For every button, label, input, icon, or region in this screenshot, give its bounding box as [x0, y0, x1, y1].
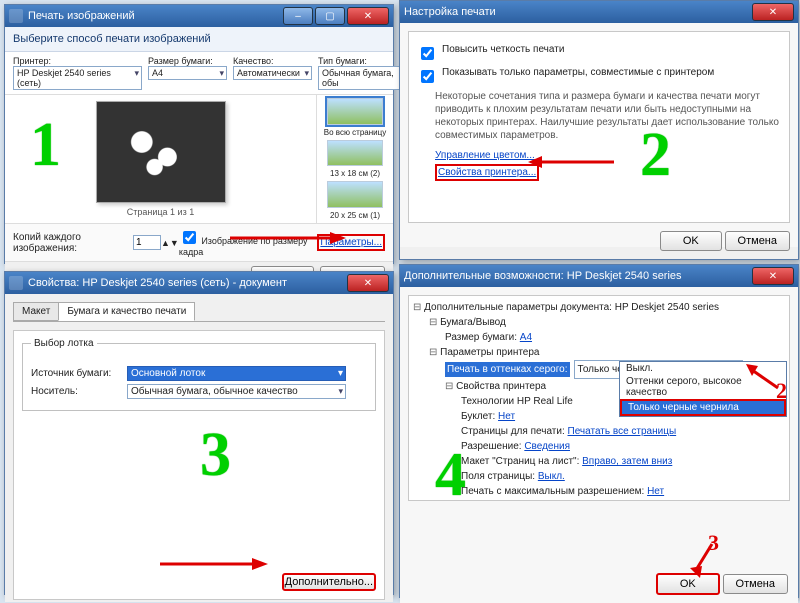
- instruction-text: Выберите способ печати изображений: [5, 27, 393, 52]
- minimize-button[interactable]: –: [283, 7, 313, 25]
- print-pictures-dialog: Печать изображений – ▢ ✕ Выберите способ…: [4, 4, 394, 264]
- tree-margins-value[interactable]: Выкл.: [538, 471, 565, 482]
- app-icon: [9, 9, 23, 23]
- close-button[interactable]: ✕: [752, 3, 794, 21]
- papersize-select[interactable]: A4: [148, 66, 227, 80]
- tree-pages-value[interactable]: Печатать все страницы: [568, 426, 677, 437]
- print-settings-dialog: Настройка печати ✕ Повысить четкость печ…: [399, 0, 799, 260]
- compat-checkbox[interactable]: [421, 70, 434, 83]
- titlebar[interactable]: Настройка печати ✕: [400, 1, 798, 23]
- app-icon: [9, 276, 23, 290]
- tree-margins-label: Поля страницы:: [461, 471, 535, 482]
- layout-20x25-label: 20 x 25 см (1): [330, 211, 380, 220]
- maximize-button[interactable]: ▢: [315, 7, 345, 25]
- printer-properties-dialog: Свойства: HP Deskjet 2540 series (сеть) …: [4, 271, 394, 595]
- title-text: Печать изображений: [28, 10, 135, 22]
- titlebar[interactable]: Свойства: HP Deskjet 2540 series (сеть) …: [5, 272, 393, 294]
- layout-fullpage[interactable]: [327, 98, 383, 125]
- title-text: Настройка печати: [404, 6, 496, 18]
- preview-pane: Страница 1 из 1: [5, 95, 316, 223]
- layout-thumbnails: Во всю страницу 13 x 18 см (2) 20 x 25 с…: [316, 95, 393, 223]
- copies-input[interactable]: [133, 235, 161, 250]
- media-label: Носитель:: [31, 386, 123, 397]
- tab-strip: Макет Бумага и качество печати: [13, 302, 385, 322]
- sharpen-checkbox[interactable]: [421, 47, 434, 60]
- close-button[interactable]: ✕: [347, 274, 389, 292]
- compat-note: Некоторые сочетания типа и размера бумаг…: [435, 90, 781, 142]
- tree-papersize-value[interactable]: A4: [520, 332, 532, 343]
- arrow-2-icon: [528, 152, 618, 172]
- quality-select[interactable]: Автоматически: [233, 66, 312, 80]
- tree-maxdpi-value[interactable]: Нет: [647, 486, 664, 497]
- cancel-button[interactable]: Отмена: [725, 231, 790, 251]
- tree-maxdpi-label: Печать с максимальным разрешением:: [461, 486, 644, 497]
- source-label: Источник бумаги:: [31, 368, 123, 379]
- advanced-button[interactable]: Дополнительно...: [282, 573, 376, 591]
- tree-pages-label: Страницы для печати:: [461, 426, 565, 437]
- printer-properties-link[interactable]: Свойства принтера...: [435, 164, 539, 181]
- source-select[interactable]: Основной лоток: [127, 366, 346, 381]
- tree-nup-label: Макет "Страниц на лист":: [461, 456, 579, 467]
- tree-resolution-label: Разрешение:: [461, 441, 522, 452]
- annotation-substep-3: 3: [708, 530, 719, 556]
- sharpen-label: Повысить четкость печати: [442, 44, 564, 63]
- tray-group-label: Выбор лотка: [31, 338, 97, 349]
- copies-label: Копий каждого изображения:: [13, 232, 133, 254]
- tab-paper-quality[interactable]: Бумага и качество печати: [58, 302, 195, 321]
- tree-grayscale-label: Печать в оттенках серого:: [445, 362, 570, 377]
- arrow-3-icon: [160, 554, 270, 574]
- layout-13x18-label: 13 x 18 см (2): [330, 169, 380, 178]
- titlebar[interactable]: Дополнительные возможности: HP Deskjet 2…: [400, 265, 798, 287]
- close-button[interactable]: ✕: [347, 7, 389, 25]
- close-button[interactable]: ✕: [752, 267, 794, 285]
- tree-booklet-label: Буклет:: [461, 411, 495, 422]
- tree-papersize-label: Размер бумаги:: [445, 332, 517, 343]
- advanced-options-dialog: Дополнительные возможности: HP Deskjet 2…: [399, 264, 799, 598]
- ok-button[interactable]: OK: [660, 231, 722, 251]
- layout-20x25[interactable]: [327, 181, 383, 208]
- layout-13x18[interactable]: [327, 140, 383, 167]
- print-options-row: Принтер: HP Deskjet 2540 series (сеть) Р…: [5, 52, 393, 95]
- tree-booklet-value[interactable]: Нет: [498, 411, 515, 422]
- tree-printer-params[interactable]: Параметры принтера: [413, 345, 785, 360]
- tree-resolution-value[interactable]: Сведения: [524, 441, 570, 452]
- media-select[interactable]: Обычная бумага, обычное качество: [127, 384, 346, 399]
- tree-paper[interactable]: Бумага/Вывод: [413, 315, 785, 330]
- quality-label: Качество:: [233, 56, 312, 66]
- fit-checkbox[interactable]: [183, 231, 196, 244]
- titlebar[interactable]: Печать изображений – ▢ ✕: [5, 5, 393, 27]
- preview-image: [96, 101, 226, 203]
- compat-label: Показывать только параметры, совместимые…: [442, 67, 714, 86]
- color-management-link[interactable]: Управление цветом...: [435, 150, 535, 161]
- tab-layout[interactable]: Макет: [13, 302, 59, 321]
- tree-nup-value[interactable]: Вправо, затем вниз: [582, 456, 672, 467]
- printer-label: Принтер:: [13, 56, 142, 66]
- cancel-button[interactable]: Отмена: [723, 574, 788, 594]
- annotation-substep-2: 2: [776, 378, 787, 404]
- layout-fullpage-label: Во всю страницу: [324, 128, 386, 137]
- grayscale-option-blackonly[interactable]: Только черные чернила: [620, 399, 786, 416]
- title-text: Свойства: HP Deskjet 2540 series (сеть) …: [28, 277, 287, 289]
- tree-root[interactable]: Дополнительные параметры документа: HP D…: [413, 300, 785, 315]
- page-indicator: Страница 1 из 1: [127, 207, 194, 217]
- title-text: Дополнительные возможности: HP Deskjet 2…: [404, 270, 682, 282]
- arrow-1-icon: [230, 228, 350, 248]
- papersize-label: Размер бумаги:: [148, 56, 227, 66]
- printer-select[interactable]: HP Deskjet 2540 series (сеть): [13, 66, 142, 90]
